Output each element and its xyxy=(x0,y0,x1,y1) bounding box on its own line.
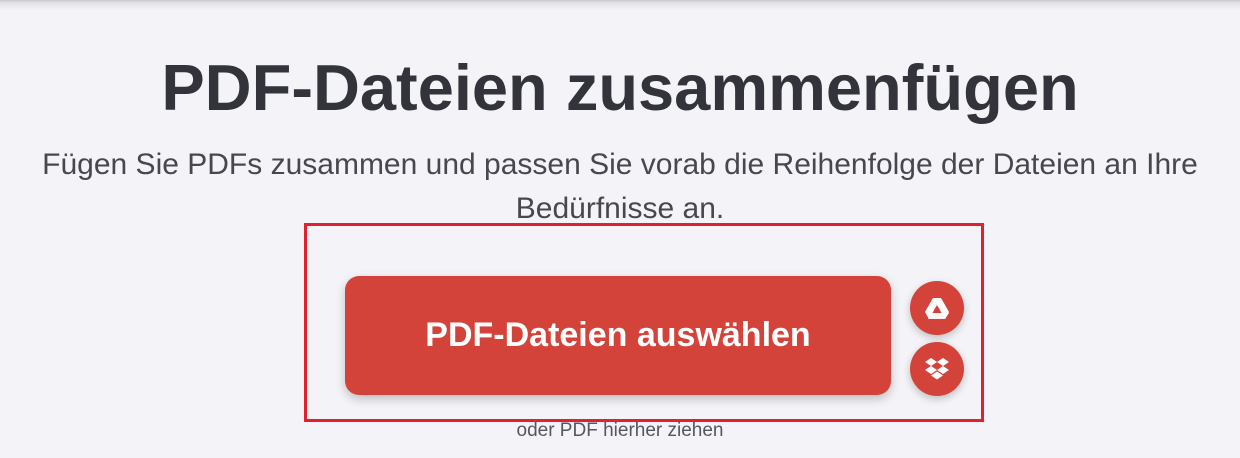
dropbox-button[interactable] xyxy=(910,342,964,396)
google-drive-button[interactable] xyxy=(910,281,964,335)
page-title: PDF-Dateien zusammenfügen xyxy=(161,51,1079,124)
top-bar-shadow xyxy=(0,0,1240,10)
dropbox-icon xyxy=(924,357,950,381)
google-drive-icon xyxy=(924,297,950,320)
select-pdf-files-button[interactable]: PDF-Dateien auswählen xyxy=(345,276,891,395)
drop-hint-text: oder PDF hierher ziehen xyxy=(516,420,724,441)
page-subtitle: Fügen Sie PDFs zusammen und passen Sie v… xyxy=(42,148,1198,225)
